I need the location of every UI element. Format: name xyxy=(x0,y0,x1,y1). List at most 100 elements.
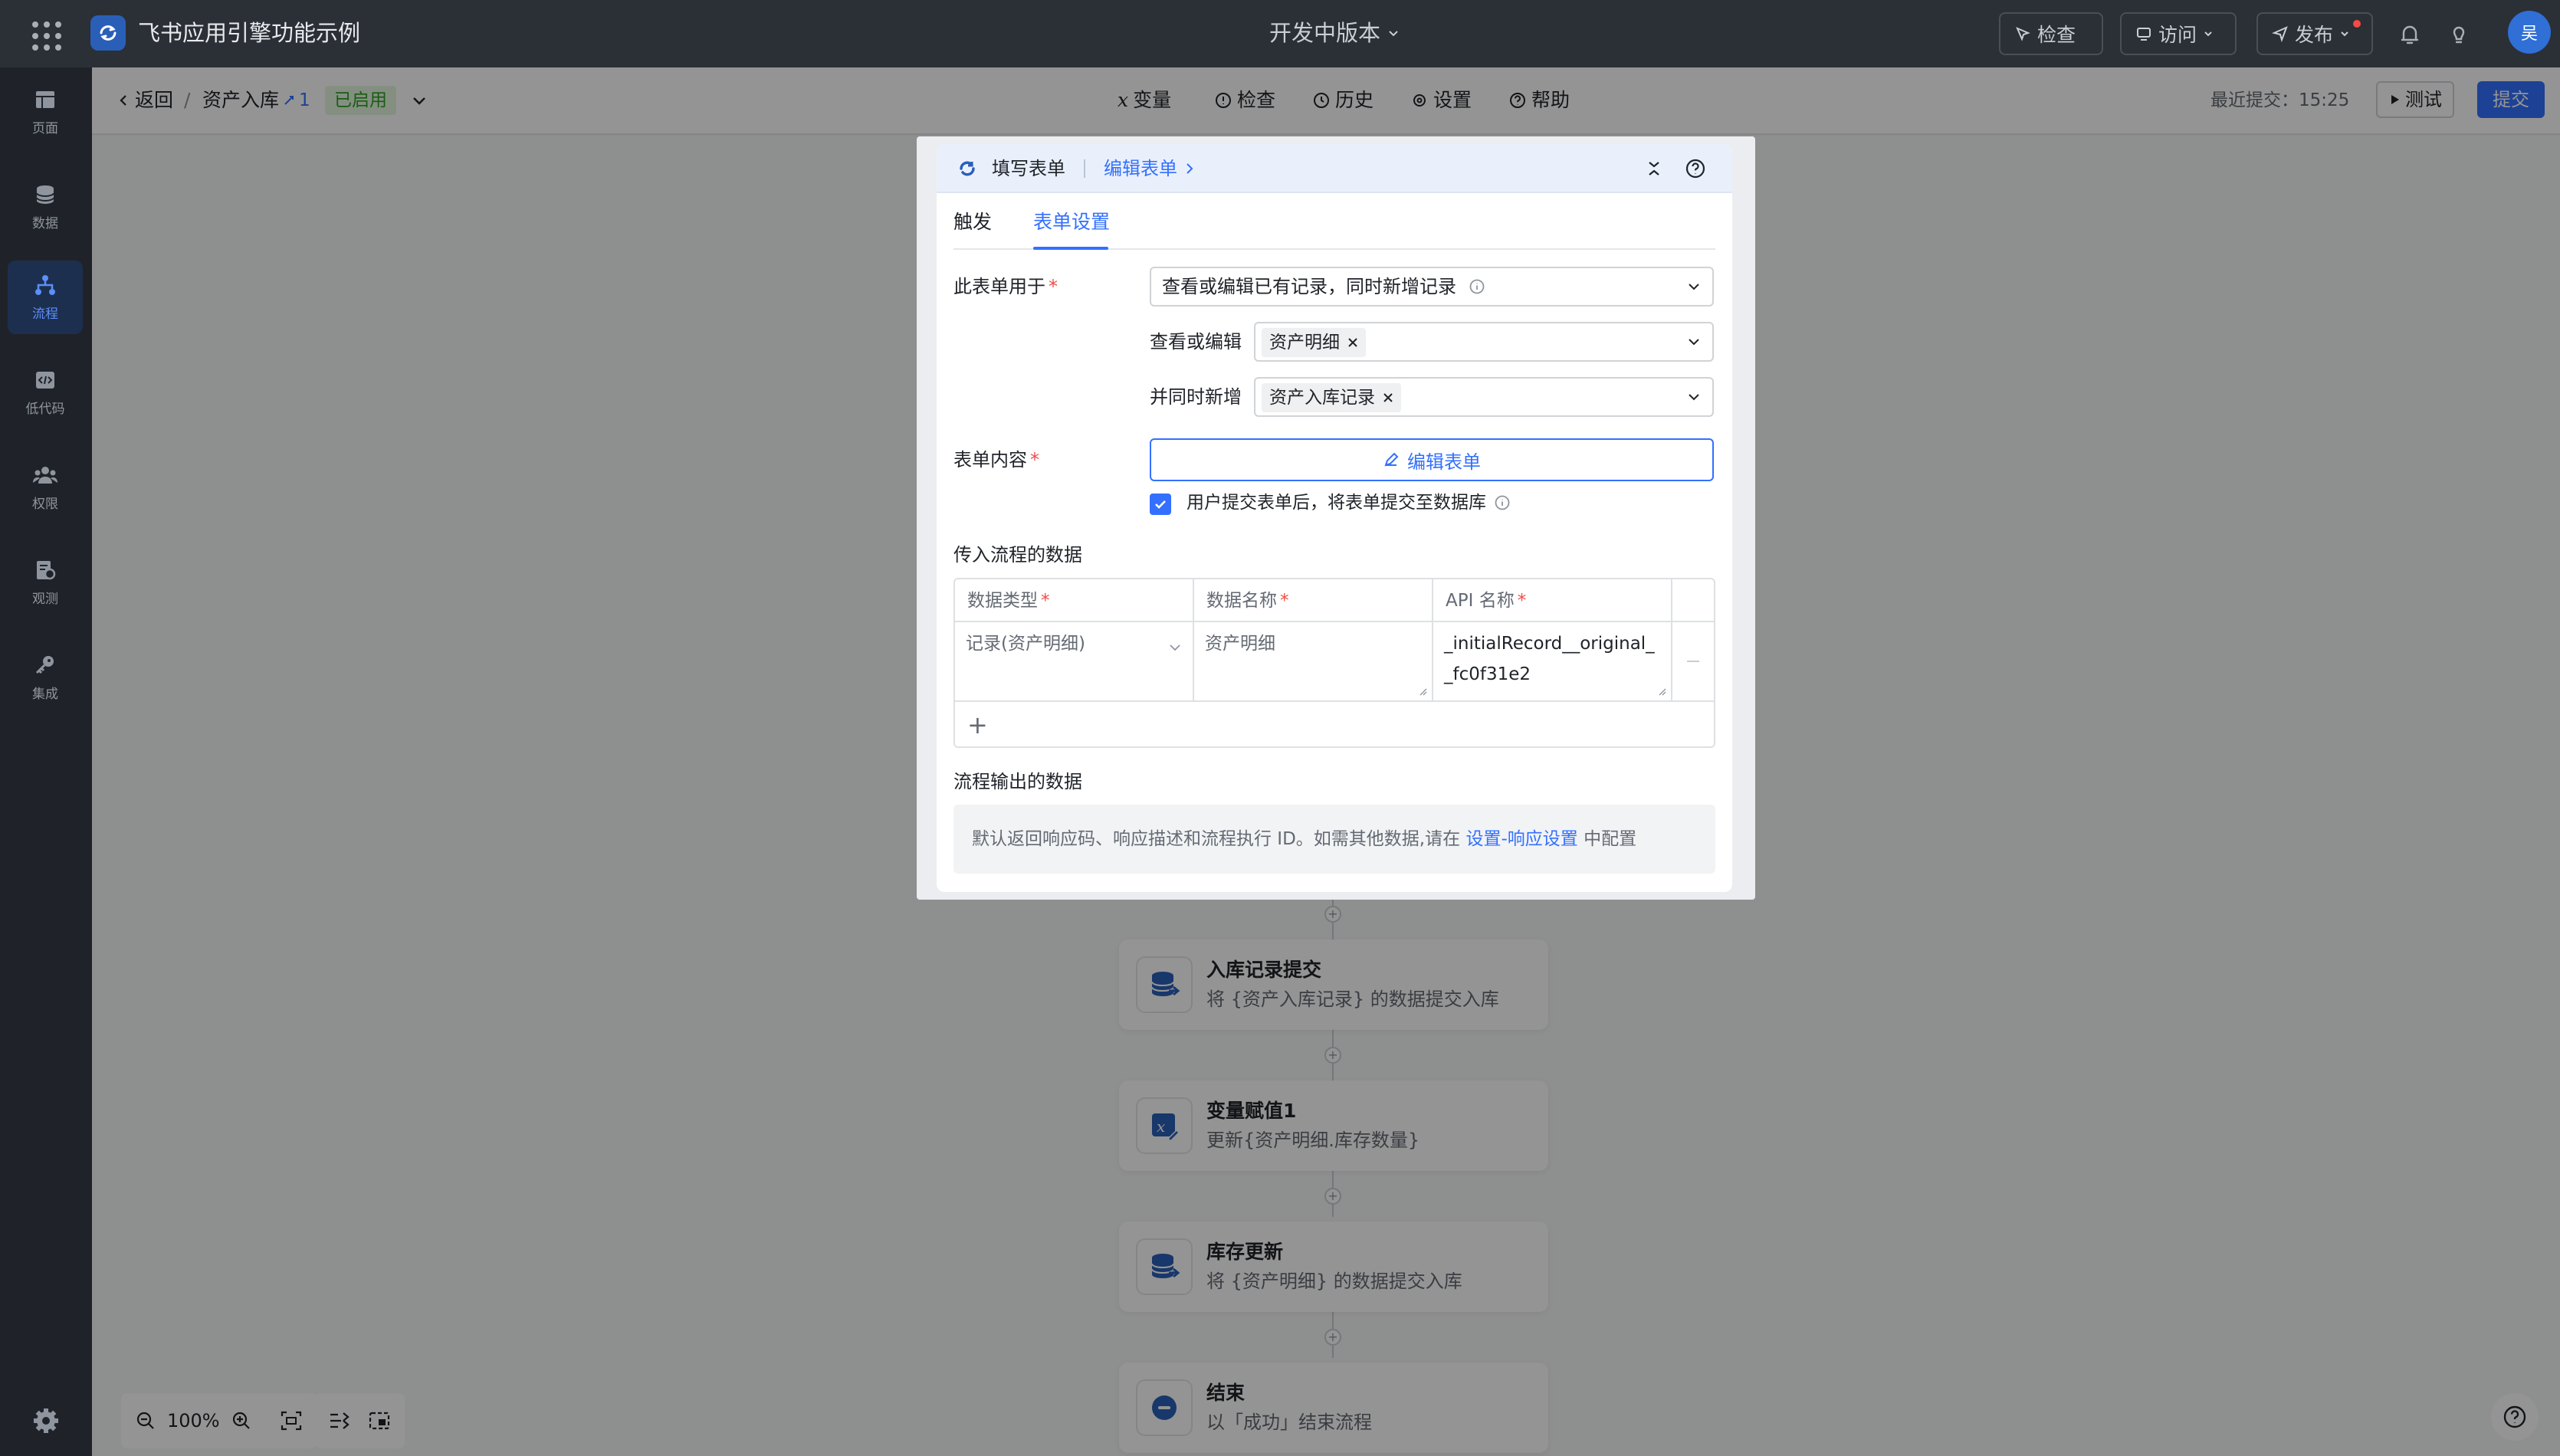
tab-form-settings[interactable]: 表单设置 xyxy=(1033,207,1110,238)
flow-icon xyxy=(35,274,55,295)
form-usage-select[interactable]: 查看或编辑已有记录，同时新增记录 xyxy=(1150,267,1714,307)
sidebar-item-label: 权限 xyxy=(32,496,58,512)
database-icon xyxy=(36,185,54,204)
send-icon xyxy=(2272,26,2288,42)
remove-row-button[interactable] xyxy=(1672,622,1714,702)
response-settings-link[interactable]: 设置-响应设置 xyxy=(1465,829,1577,849)
column-header: 数据类型 * xyxy=(955,579,1194,622)
api-name-input[interactable]: _initialRecord__original__fc0f31e2 xyxy=(1433,622,1672,702)
view-edit-select[interactable]: 资产明细 xyxy=(1254,322,1714,362)
close-icon[interactable] xyxy=(1383,392,1393,403)
avatar[interactable]: 吴 xyxy=(2508,11,2551,54)
add-label: 并同时新增 xyxy=(1150,386,1242,408)
form-usage-value: 查看或编辑已有记录，同时新增记录 xyxy=(1162,276,1456,297)
edit-form-link[interactable]: 编辑表单 xyxy=(1104,155,1196,182)
tab-trigger[interactable]: 触发 xyxy=(953,207,992,238)
notification-dot xyxy=(2353,20,2361,28)
chevron-down-icon xyxy=(1689,394,1699,401)
form-node-icon xyxy=(960,161,975,176)
selected-tag: 资产明细 xyxy=(1262,328,1366,357)
monitor-icon xyxy=(2137,28,2151,41)
panel-tabs: 触发 表单设置 xyxy=(953,207,1715,250)
visit-button[interactable]: 访问 xyxy=(2120,12,2237,55)
sidebar-item-lowcode[interactable]: 低代码 xyxy=(8,356,83,429)
sidebar-item-data[interactable]: 数据 xyxy=(8,170,83,244)
form-node-config-panel: 填写表单 编辑表单 触发 表单设置 此表单用于 * 查看或编辑已有记录，同时新增记… xyxy=(937,144,1732,892)
version-selector[interactable]: 开发中版本 xyxy=(1269,17,1400,49)
header-divider xyxy=(1084,159,1085,178)
edit-form-button[interactable]: 编辑表单 xyxy=(1150,438,1714,481)
sidebar-item-integration[interactable]: 集成 xyxy=(8,641,83,714)
publish-button[interactable]: 发布 xyxy=(2256,12,2373,55)
sidebar-item-label: 集成 xyxy=(32,686,58,702)
edit-form-label: 编辑表单 xyxy=(1407,451,1481,473)
inspect-label: 检查 xyxy=(2037,24,2076,46)
sidebar-item-permission[interactable]: 权限 xyxy=(8,451,83,524)
checkbox-label-text: 用户提交表单后，将表单提交至数据库 xyxy=(1186,493,1486,513)
bell-icon[interactable] xyxy=(2396,20,2424,48)
app-logo xyxy=(90,15,126,51)
sidebar-item-label: 观测 xyxy=(32,591,58,607)
data-type-select[interactable]: 记录(资产明细) xyxy=(955,622,1194,702)
collapse-icon[interactable] xyxy=(1643,158,1665,179)
check-icon xyxy=(1155,500,1166,509)
publish-label: 发布 xyxy=(2295,24,2334,46)
chevron-down-icon xyxy=(2204,31,2212,37)
view-edit-label: 查看或编辑 xyxy=(1150,331,1242,353)
page-icon xyxy=(36,90,54,108)
inspect-button[interactable]: 检查 xyxy=(1999,12,2103,55)
chevron-down-icon xyxy=(1170,644,1180,651)
info-circle-icon xyxy=(1469,279,1485,294)
selected-tag: 资产入库记录 xyxy=(1262,383,1401,412)
form-content-label-text: 表单内容 xyxy=(953,449,1027,471)
form-content-label: 表单内容 * xyxy=(953,446,1039,474)
data-type-value: 记录(资产明细) xyxy=(966,634,1085,654)
close-icon[interactable] xyxy=(1347,337,1358,348)
required-mark: * xyxy=(1049,276,1058,297)
data-name-input[interactable]: 资产明细 xyxy=(1194,622,1433,702)
required-mark: * xyxy=(1280,591,1289,611)
chevron-right-icon xyxy=(1186,163,1193,174)
app-grid-icon[interactable] xyxy=(29,18,63,52)
output-text-before: 默认返回响应码、响应描述和流程执行 ID。如需其他数据,请在 xyxy=(972,829,1461,849)
users-icon xyxy=(33,466,57,484)
api-name-value: _initialRecord__original__fc0f31e2 xyxy=(1444,634,1655,684)
sidebar-item-label: 低代码 xyxy=(25,401,65,417)
output-text-after: 中配置 xyxy=(1584,829,1637,849)
submit-to-db-checkbox[interactable] xyxy=(1150,494,1171,515)
sidebar-item-page[interactable]: 页面 xyxy=(8,75,83,149)
chevron-down-icon xyxy=(1689,339,1699,346)
pencil-icon xyxy=(1384,452,1399,467)
required-mark: * xyxy=(1030,449,1039,471)
tag-label: 资产明细 xyxy=(1269,333,1340,353)
column-header-text: 数据类型 xyxy=(967,591,1038,611)
visit-label: 访问 xyxy=(2158,24,2197,46)
app-name: 飞书应用引擎功能示例 xyxy=(138,20,361,46)
minus-icon xyxy=(1687,661,1699,662)
chevron-down-icon xyxy=(1389,31,1398,37)
output-data-title: 流程输出的数据 xyxy=(953,771,1082,792)
sidebar-item-monitor[interactable]: 观测 xyxy=(8,546,83,619)
output-data-info: 默认返回响应码、响应描述和流程执行 ID。如需其他数据,请在 设置-响应设置 中… xyxy=(953,805,1715,874)
data-name-value: 资产明细 xyxy=(1205,634,1275,654)
required-mark: * xyxy=(1041,591,1050,611)
top-bar: 飞书应用引擎功能示例 开发中版本 检查 访问 发布 吴 xyxy=(0,0,2560,67)
edit-form-link-label: 编辑表单 xyxy=(1104,158,1177,179)
column-header: 数据名称 * xyxy=(1194,579,1433,622)
left-sidebar: 页面 数据 流程 低代码 权限 观测 集成 xyxy=(0,67,92,1456)
checkbox-label: 用户提交表单后，将表单提交至数据库 xyxy=(1186,489,1511,516)
sidebar-item-label: 流程 xyxy=(32,306,58,322)
inspect-icon xyxy=(2016,27,2030,41)
info-circle-icon xyxy=(1495,495,1510,510)
code-icon xyxy=(36,371,54,389)
lightbulb-icon[interactable] xyxy=(2445,20,2473,48)
resize-handle-icon[interactable] xyxy=(1418,687,1427,696)
version-label: 开发中版本 xyxy=(1269,20,1381,46)
gear-icon[interactable] xyxy=(29,1404,63,1438)
sidebar-item-flow[interactable]: 流程 xyxy=(8,261,83,334)
panel-header: 填写表单 编辑表单 xyxy=(937,144,1732,193)
add-row-button[interactable]: + xyxy=(967,710,988,740)
add-select[interactable]: 资产入库记录 xyxy=(1254,377,1714,417)
help-icon[interactable] xyxy=(1685,158,1706,179)
resize-handle-icon[interactable] xyxy=(1657,687,1666,696)
